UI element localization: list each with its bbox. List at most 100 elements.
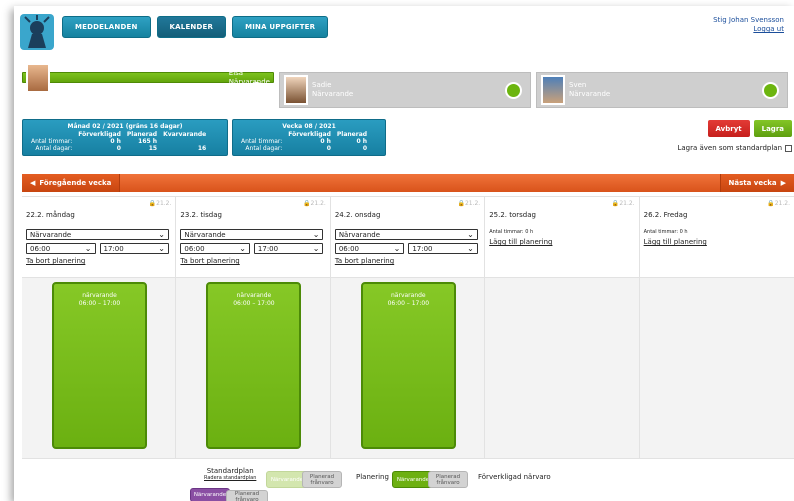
day-column-tuesday: 🔒21.2. 23.2. tisdag Närvarande ⌄ 06:00 ⌄ 1… bbox=[176, 197, 331, 458]
day-column-wednesday: 🔒21.2. 24.2. onsdag Närvarande ⌄ 06:00 ⌄ 1… bbox=[330, 197, 486, 458]
day-title: 24.2. onsdag bbox=[334, 211, 381, 219]
stat-value bbox=[160, 138, 209, 145]
planning-legend-label: Planering bbox=[356, 473, 389, 481]
chevron-down-icon: ⌄ bbox=[239, 244, 246, 253]
realized-presence-label: Förverkligad närvaro bbox=[478, 473, 551, 481]
lock-icon: 🔒21.2. bbox=[148, 200, 172, 207]
attendance-type-select[interactable]: Närvarande ⌄ bbox=[180, 229, 324, 240]
month-stats-title: Månad 02 / 2021 (gräns 16 dagar) bbox=[67, 123, 183, 130]
attendance-type-select[interactable]: Närvarande ⌄ bbox=[26, 229, 169, 240]
stat-label: Antal timmar: bbox=[241, 138, 283, 145]
chevron-down-icon: ⌄ bbox=[158, 244, 165, 253]
children-selector: Elsa Närvarande Sadie Närvarande Sven Nä… bbox=[22, 62, 794, 108]
user-menu: Stig Johan Svensson Logga ut bbox=[713, 16, 784, 34]
planned-presence-block[interactable]: närvarande 06:00 – 17:00 bbox=[360, 282, 456, 449]
start-time-select[interactable]: 06:00 ⌄ bbox=[26, 243, 96, 254]
stat-value: 0 h bbox=[110, 138, 121, 145]
stat-label: Antal dagar: bbox=[35, 145, 73, 152]
avatar bbox=[26, 62, 50, 93]
chevron-down-icon: ⌄ bbox=[312, 244, 320, 253]
child-card-sven[interactable]: Sven Närvarande bbox=[536, 72, 788, 108]
block-label: närvarande bbox=[391, 292, 426, 299]
planned-presence-block[interactable]: närvarande 06:00 – 17:00 bbox=[206, 282, 302, 449]
tab-my-details[interactable]: MINA UPPGIFTER bbox=[232, 16, 329, 38]
status-indicator-icon bbox=[248, 82, 265, 99]
add-planning-link[interactable]: Lägg till planering bbox=[644, 238, 787, 246]
user-name: Stig Johan Svensson bbox=[713, 16, 784, 24]
day-schedule-area[interactable]: närvarande 06:00 – 17:00 bbox=[176, 278, 330, 458]
end-time-select[interactable]: 17:00 ⌄ bbox=[99, 243, 169, 254]
day-schedule-area[interactable] bbox=[485, 278, 639, 458]
end-time-select[interactable]: 17:00 ⌄ bbox=[253, 243, 324, 254]
add-planning-link[interactable]: Lägg till planering bbox=[489, 238, 632, 246]
child-card-sadie[interactable]: Sadie Närvarande bbox=[279, 72, 531, 108]
lock-icon: 🔒21.2. bbox=[457, 200, 481, 207]
day-title: 23.2. tisdag bbox=[180, 211, 222, 219]
start-time-select[interactable]: 06:00 ⌄ bbox=[334, 243, 405, 254]
stat-value: 16 bbox=[197, 145, 207, 152]
lock-icon: 🔒21.2. bbox=[767, 200, 791, 207]
arrow-left-icon: ◀ bbox=[30, 179, 36, 187]
child-name: Sadie bbox=[312, 81, 332, 89]
remove-planning-link[interactable]: Ta bort planering bbox=[335, 257, 478, 265]
action-buttons: Avbryt Lagra bbox=[707, 120, 792, 137]
chevron-down-icon: ⌄ bbox=[84, 244, 92, 253]
previous-week-button[interactable]: ◀ Föregående vecka bbox=[22, 174, 121, 192]
day-title: 22.2. måndag bbox=[26, 211, 75, 219]
day-column-friday: 🔒21.2. 26.2. Fredag Antal timmar: 0 h Lä… bbox=[639, 197, 794, 458]
start-time-select[interactable]: 06:00 ⌄ bbox=[180, 243, 250, 254]
remove-planning-link[interactable]: Ta bort planering bbox=[26, 257, 169, 265]
standard-plan-legend: Standardplan Radera standardplan bbox=[204, 467, 256, 481]
day-title: 26.2. Fredag bbox=[643, 211, 688, 219]
day-schedule-area[interactable]: närvarande 06:00 – 17:00 bbox=[330, 278, 485, 458]
logout-link[interactable]: Logga ut bbox=[713, 25, 784, 34]
attendance-type-select[interactable]: Närvarande ⌄ bbox=[334, 229, 478, 240]
stat-label: Antal dagar: bbox=[245, 145, 283, 152]
child-status: Närvarande bbox=[569, 90, 611, 98]
standard-plan-label: Lagra även som standardplan bbox=[677, 144, 782, 152]
block-time: 06:00 – 17:00 bbox=[233, 300, 275, 307]
next-week-button[interactable]: Nästa vecka ▶ bbox=[719, 174, 794, 192]
remove-planning-link[interactable]: Ta bort planering bbox=[180, 257, 323, 265]
child-card-elsa[interactable]: Elsa Närvarande bbox=[22, 62, 274, 99]
week-calendar: 🔒21.2. 22.2. måndag Närvarande ⌄ 06:00 ⌄ 1… bbox=[22, 196, 794, 458]
cancel-button[interactable]: Avbryt bbox=[707, 120, 750, 137]
block-label: närvarande bbox=[82, 292, 117, 299]
standard-plan-checkbox[interactable] bbox=[785, 144, 792, 152]
statistics: Månad 02 / 2021 (gräns 16 dagar) Förverk… bbox=[22, 119, 386, 156]
previous-week-label: Föregående vecka bbox=[39, 179, 112, 187]
child-name: Elsa bbox=[228, 68, 244, 77]
logo bbox=[20, 14, 54, 50]
day-schedule-area[interactable] bbox=[639, 278, 794, 458]
stat-value: 0 h bbox=[356, 138, 368, 145]
planned-presence-block[interactable]: närvarande 06:00 – 17:00 bbox=[52, 282, 147, 449]
child-name: Sven bbox=[569, 81, 587, 89]
save-button[interactable]: Lagra bbox=[753, 120, 792, 137]
chevron-down-icon: ⌄ bbox=[467, 244, 474, 253]
chevron-down-icon: ⌄ bbox=[312, 230, 320, 239]
month-stats: Månad 02 / 2021 (gräns 16 dagar) Förverk… bbox=[22, 119, 228, 156]
tab-messages[interactable]: MEDDELANDEN bbox=[62, 16, 151, 38]
week-stats-title: Vecka 08 / 2021 bbox=[282, 123, 336, 130]
day-schedule-area[interactable]: närvarande 06:00 – 17:00 bbox=[22, 278, 176, 458]
stat-header: Förverkligad bbox=[78, 131, 121, 138]
week-stats: Vecka 08 / 2021 Förverkligad Planerad An… bbox=[232, 119, 386, 156]
hours-count: Antal timmar: 0 h bbox=[489, 229, 534, 235]
block-label: närvarande bbox=[236, 292, 272, 299]
day-column-thursday: 🔒21.2. 25.2. torsdag Antal timmar: 0 h L… bbox=[485, 197, 640, 458]
tab-calendar[interactable]: KALENDER bbox=[156, 16, 227, 38]
status-indicator-icon bbox=[762, 82, 779, 99]
avatar bbox=[541, 75, 565, 105]
legend-planned-absence-pale: Planerad frånvaro bbox=[302, 471, 342, 488]
standard-plan-title: Standardplan bbox=[206, 467, 254, 475]
lock-icon: 🔒21.2. bbox=[611, 200, 635, 207]
end-time-select[interactable]: 17:00 ⌄ bbox=[408, 243, 478, 254]
stat-value: 165 h bbox=[138, 138, 158, 145]
day-title: 25.2. torsdag bbox=[489, 211, 536, 219]
remove-standard-plan-link[interactable]: Radera standardplan bbox=[204, 475, 256, 481]
app-window: MEDDELANDEN KALENDER MINA UPPGIFTER Stig… bbox=[14, 6, 794, 501]
stat-value: 0 bbox=[362, 145, 368, 152]
standard-plan-option: Lagra även som standardplan bbox=[677, 144, 792, 152]
block-time: 06:00 – 17:00 bbox=[387, 300, 430, 307]
next-week-label: Nästa vecka bbox=[728, 179, 777, 187]
